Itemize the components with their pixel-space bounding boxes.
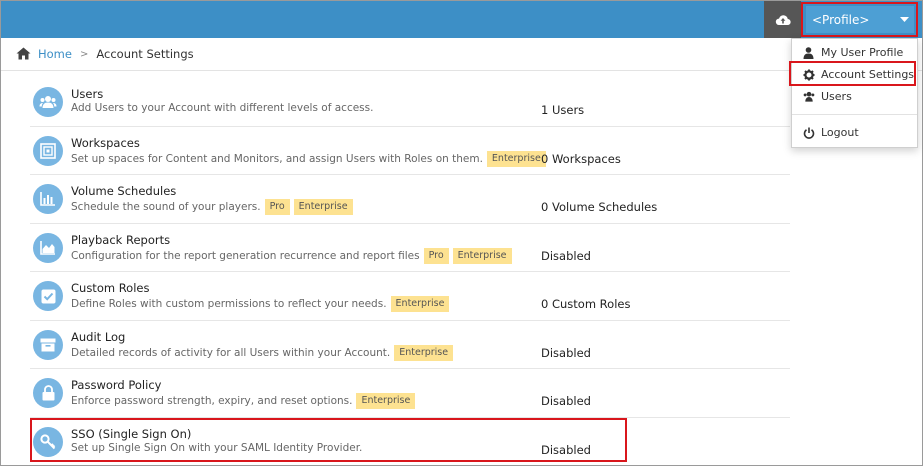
- settings-list: Users Add Users to your Account with dif…: [30, 78, 790, 466]
- bar-chart-icon: [33, 184, 63, 214]
- settings-value: Disabled: [541, 248, 591, 263]
- menu-item-users[interactable]: Users: [792, 86, 917, 107]
- menu-item-label: My User Profile: [821, 46, 904, 59]
- cloud-upload-icon: [775, 14, 791, 26]
- breadcrumb-current: Account Settings: [96, 47, 194, 61]
- users-icon: [803, 91, 815, 103]
- checkbox-icon: [33, 281, 63, 311]
- settings-title[interactable]: Workspaces: [71, 136, 140, 150]
- settings-value: 0 Custom Roles: [541, 297, 631, 311]
- sso-highlight-box: [30, 418, 627, 462]
- settings-title[interactable]: Playback Reports: [71, 233, 170, 247]
- settings-title[interactable]: Password Policy: [71, 378, 161, 392]
- settings-description-text: Enforce password strength, expiry, and r…: [71, 395, 353, 407]
- menu-item-logout[interactable]: Logout: [792, 122, 917, 143]
- settings-description-text: Schedule the sound of your players.: [71, 201, 261, 213]
- enterprise-badge: Enterprise: [390, 296, 450, 312]
- menu-item-label: Users: [821, 90, 852, 103]
- settings-description: Set up spaces for Content and Monitors, …: [71, 150, 546, 167]
- user-icon: [803, 46, 815, 59]
- settings-description: Configuration for the report generation …: [71, 247, 512, 264]
- profile-dropdown-menu: My User Profile Account Settings Users L…: [791, 38, 918, 148]
- settings-row-audit-log[interactable]: Audit Log Detailed records of activity f…: [30, 321, 790, 369]
- settings-value: 0 Workspaces: [541, 151, 621, 166]
- upload-button[interactable]: [764, 1, 801, 38]
- settings-description-text: Add Users to your Account with different…: [71, 102, 374, 114]
- power-icon: [803, 127, 815, 139]
- settings-value: 1 Users: [541, 103, 585, 117]
- menu-divider: [792, 114, 917, 115]
- lock-icon: [33, 378, 63, 408]
- enterprise-badge: Enterprise: [452, 247, 512, 264]
- menu-item-my-user-profile[interactable]: My User Profile: [792, 42, 917, 63]
- settings-row-workspaces[interactable]: Workspaces Set up spaces for Content and…: [30, 127, 790, 175]
- settings-value: Disabled: [541, 345, 591, 360]
- account-settings-highlight-box: [789, 61, 916, 86]
- settings-description-text: Set up spaces for Content and Monitors, …: [71, 152, 483, 165]
- settings-description: Schedule the sound of your players. Pro …: [71, 199, 353, 215]
- settings-value: Disabled: [541, 394, 591, 408]
- enterprise-badge: Enterprise: [293, 199, 353, 215]
- home-icon[interactable]: [16, 47, 31, 61]
- settings-title[interactable]: Volume Schedules: [71, 184, 176, 198]
- settings-row-playback-reports[interactable]: Playback Reports Configuration for the r…: [30, 224, 790, 272]
- top-bar: <Profile>: [1, 1, 922, 38]
- enterprise-badge: Enterprise: [394, 344, 454, 361]
- menu-item-label: Logout: [821, 126, 859, 139]
- settings-value: 0 Volume Schedules: [541, 200, 658, 214]
- settings-row-custom-roles[interactable]: Custom Roles Define Roles with custom pe…: [30, 272, 790, 321]
- archive-icon: [33, 329, 63, 360]
- settings-description: Enforce password strength, expiry, and r…: [71, 393, 416, 409]
- pro-badge: Pro: [423, 247, 449, 264]
- area-chart-icon: [33, 232, 63, 263]
- settings-description: Detailed records of activity for all Use…: [71, 344, 454, 361]
- breadcrumb-home-link[interactable]: Home: [38, 47, 72, 61]
- settings-row-password-policy[interactable]: Password Policy Enforce password strengt…: [30, 369, 790, 418]
- settings-title[interactable]: Custom Roles: [71, 281, 149, 295]
- settings-title[interactable]: Users: [71, 87, 103, 101]
- settings-description-text: Configuration for the report generation …: [71, 249, 420, 262]
- settings-description: Add Users to your Account with different…: [71, 102, 373, 114]
- pro-badge: Pro: [264, 199, 290, 215]
- settings-description-text: Detailed records of activity for all Use…: [71, 346, 391, 359]
- breadcrumb-separator: >: [79, 48, 89, 60]
- enterprise-badge: Enterprise: [486, 150, 546, 167]
- settings-title[interactable]: Audit Log: [71, 330, 125, 344]
- enterprise-badge: Enterprise: [356, 393, 416, 409]
- settings-description: Define Roles with custom permissions to …: [71, 296, 450, 312]
- users-icon: [33, 87, 63, 117]
- settings-row-users[interactable]: Users Add Users to your Account with dif…: [30, 78, 790, 127]
- breadcrumb: Home > Account Settings: [1, 38, 922, 71]
- profile-highlight-box: [801, 2, 918, 37]
- workspaces-icon: [33, 135, 63, 166]
- settings-row-volume-schedules[interactable]: Volume Schedules Schedule the sound of y…: [30, 175, 790, 224]
- settings-description-text: Define Roles with custom permissions to …: [71, 298, 387, 310]
